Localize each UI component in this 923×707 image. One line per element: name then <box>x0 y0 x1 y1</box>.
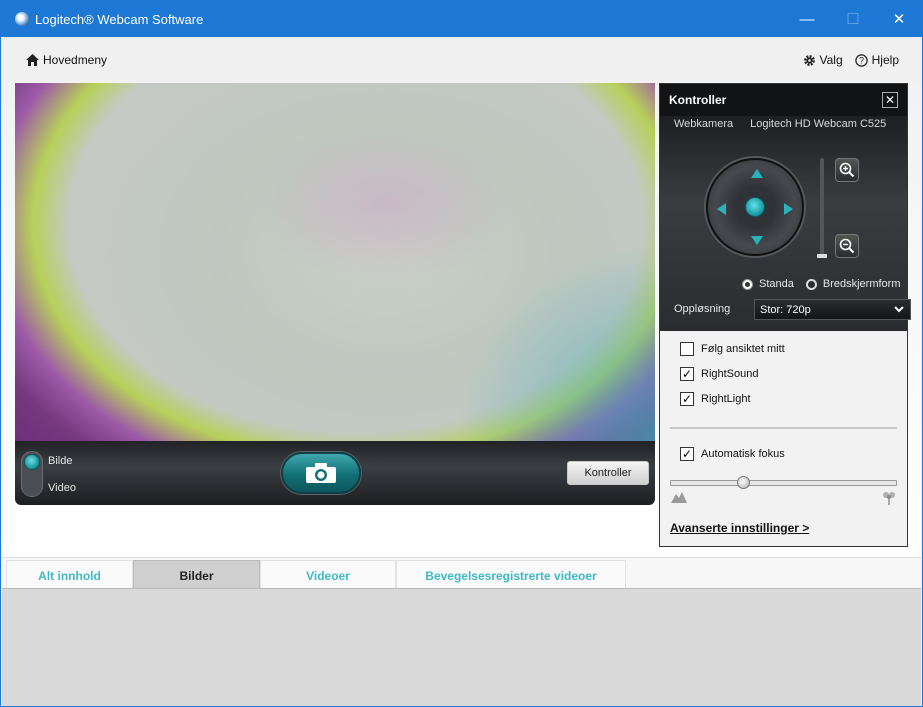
tab-videos[interactable]: Videoer <box>260 560 396 590</box>
auto-focus-checkbox[interactable]: ✓ <box>680 447 694 461</box>
pan-left-arrow[interactable] <box>717 203 726 215</box>
svg-text:?: ? <box>859 55 864 65</box>
window-controls: — ☐ ✕ <box>784 1 922 37</box>
minimize-button[interactable]: — <box>784 1 830 37</box>
zoom-slider-thumb[interactable] <box>817 254 827 258</box>
panel-close-button[interactable]: ✕ <box>882 92 898 108</box>
options-link[interactable]: Valg <box>803 53 843 67</box>
divider <box>670 427 897 429</box>
pan-right-arrow[interactable] <box>784 203 793 215</box>
help-link[interactable]: ? Hjelp <box>854 53 899 67</box>
options-label: Valg <box>819 53 843 67</box>
mountain-icon <box>671 492 687 503</box>
gear-icon <box>803 54 815 66</box>
top-nav: Hovedmeny Valg ? Hjelp <box>2 37 921 81</box>
zoom-slider[interactable] <box>820 158 824 258</box>
center-reset-button[interactable] <box>745 197 765 217</box>
rightsound-option[interactable]: ✓ RightSound <box>680 367 759 381</box>
focus-slider[interactable] <box>670 480 897 486</box>
camera-label: Webkamera <box>674 118 734 130</box>
panel-title: Kontroller <box>669 93 727 107</box>
auto-focus-option[interactable]: ✓ Automatisk fokus <box>680 447 785 461</box>
toggle-knob <box>24 454 40 470</box>
app-window: Logitech® Webcam Software — ☐ ✕ Hovedmen… <box>0 0 923 707</box>
home-icon <box>26 54 39 66</box>
resolution-dropdown[interactable]: Stor: 720p <box>754 299 911 320</box>
tilt-down-arrow[interactable] <box>751 236 763 245</box>
zoom-out-button[interactable] <box>835 234 859 258</box>
camera-name[interactable]: Logitech HD Webcam C525 <box>750 118 886 130</box>
home-label: Hovedmeny <box>43 53 108 67</box>
title-bar: Logitech® Webcam Software — ☐ ✕ <box>1 1 922 37</box>
aspect-wide-label[interactable]: Bredskjermform <box>823 278 901 290</box>
tab-all-content[interactable]: Alt innhold <box>6 560 133 590</box>
mode-video-label[interactable]: Video <box>48 482 76 494</box>
aspect-standard-label[interactable]: Standa <box>759 278 794 290</box>
flower-icon <box>883 492 895 505</box>
help-label: Hjelp <box>871 53 899 67</box>
camera-controls: Webkamera Logitech HD Webcam C525 Standa… <box>660 116 911 331</box>
pan-tilt-control[interactable] <box>706 158 804 256</box>
home-menu-link[interactable]: Hovedmeny <box>26 53 107 67</box>
auto-focus-label: Automatisk fokus <box>701 448 785 460</box>
rightsound-checkbox[interactable]: ✓ <box>680 367 694 381</box>
camera-row: Webkamera Logitech HD Webcam C525 <box>674 118 886 130</box>
preview-texture <box>455 243 655 443</box>
nav-right: Valg ? Hjelp <box>803 53 899 67</box>
rightlight-label: RightLight <box>701 393 751 405</box>
resolution-row: Oppløsning Stor: 720p <box>674 299 911 320</box>
help-icon: ? <box>854 53 868 67</box>
capture-photo-button[interactable] <box>281 452 361 494</box>
resolution-label: Oppløsning <box>674 303 731 315</box>
aspect-wide-radio[interactable] <box>805 278 817 290</box>
focus-slider-thumb[interactable] <box>737 476 750 489</box>
mode-photo-label[interactable]: Bilde <box>48 455 72 467</box>
aspect-ratio-options: Standa Bredskjermform <box>742 278 901 290</box>
photo-video-toggle[interactable] <box>21 451 43 497</box>
camera-icon <box>306 463 336 483</box>
controls-button[interactable]: Kontroller <box>567 461 649 485</box>
follow-face-checkbox[interactable] <box>680 342 694 356</box>
rightlight-option[interactable]: ✓ RightLight <box>680 392 751 406</box>
feature-options: Følg ansiktet mitt ✓ RightSound ✓ RightL… <box>660 331 907 546</box>
window-title: Logitech® Webcam Software <box>35 11 204 27</box>
aspect-standard-radio[interactable] <box>742 278 753 290</box>
advanced-settings-link[interactable]: Avanserte innstillinger > <box>670 521 809 535</box>
rightsound-label: RightSound <box>701 368 759 380</box>
follow-face-label: Følg ansiktet mitt <box>701 343 785 355</box>
tab-pictures[interactable]: Bilder <box>133 560 260 590</box>
tab-motion-videos[interactable]: Bevegelsesregistrerte videoer <box>396 560 626 590</box>
chevron-down-icon <box>894 306 904 313</box>
tilt-up-arrow[interactable] <box>751 169 763 178</box>
follow-face-option[interactable]: Følg ansiktet mitt <box>680 342 785 356</box>
resolution-value: Stor: 720p <box>760 303 811 316</box>
zoom-in-button[interactable] <box>835 158 859 182</box>
panel-header: Kontroller ✕ <box>660 84 907 116</box>
controls-panel: Kontroller ✕ Webkamera Logitech HD Webca… <box>659 83 911 547</box>
close-button[interactable]: ✕ <box>876 1 922 37</box>
gallery-tab-bar: Alt innhold Bilder Videoer Bevegelsesreg… <box>2 557 921 590</box>
rightlight-checkbox[interactable]: ✓ <box>680 392 694 406</box>
app-icon <box>15 12 29 26</box>
maximize-button[interactable]: ☐ <box>830 1 876 37</box>
gallery-content <box>2 588 921 706</box>
zoom-out-icon <box>839 238 855 254</box>
capture-bar: Bilde Video Kontroller <box>15 441 655 505</box>
webcam-preview <box>15 83 655 443</box>
zoom-in-icon <box>839 162 855 178</box>
